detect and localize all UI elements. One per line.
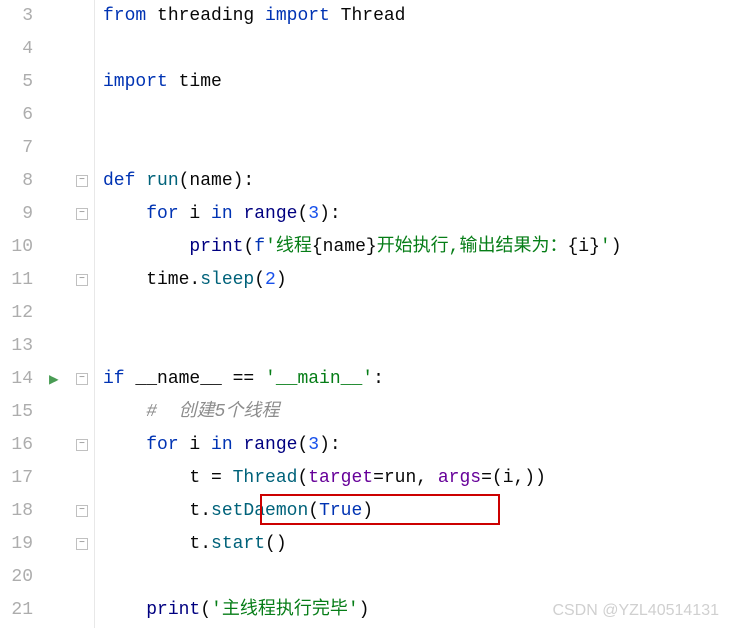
- run-marker-column: ▶: [45, 0, 73, 628]
- line-number: 13: [0, 330, 33, 363]
- code-line[interactable]: import time: [103, 66, 729, 99]
- line-number: 7: [0, 132, 33, 165]
- code-line[interactable]: t = Thread(target=run, args=(i,)): [103, 462, 729, 495]
- line-number: 17: [0, 462, 33, 495]
- code-editor[interactable]: 3456789101112131415161718192021 ▶ −−−−−−…: [0, 0, 729, 628]
- line-number: 11: [0, 264, 33, 297]
- code-line[interactable]: if __name__ == '__main__':: [103, 363, 729, 396]
- code-line[interactable]: print(f'线程{name}开始执行,输出结果为：{i}'): [103, 231, 729, 264]
- code-line[interactable]: time.sleep(2): [103, 264, 729, 297]
- line-number: 8: [0, 165, 33, 198]
- line-number: 4: [0, 33, 33, 66]
- line-number: 10: [0, 231, 33, 264]
- line-number: 9: [0, 198, 33, 231]
- code-line[interactable]: for i in range(3):: [103, 429, 729, 462]
- code-line[interactable]: from threading import Thread: [103, 0, 729, 33]
- line-number: 18: [0, 495, 33, 528]
- code-line[interactable]: [103, 99, 729, 132]
- line-number: 6: [0, 99, 33, 132]
- fold-column: − − − − − − −: [73, 0, 95, 628]
- code-line[interactable]: print('主线程执行完毕'): [103, 594, 729, 627]
- line-number-gutter: 3456789101112131415161718192021: [0, 0, 45, 628]
- line-number: 12: [0, 297, 33, 330]
- code-line[interactable]: [103, 33, 729, 66]
- code-line[interactable]: [103, 330, 729, 363]
- fold-icon[interactable]: −: [76, 175, 88, 187]
- fold-icon[interactable]: −: [76, 274, 88, 286]
- line-number: 3: [0, 0, 33, 33]
- fold-icon[interactable]: −: [76, 505, 88, 517]
- line-number: 15: [0, 396, 33, 429]
- code-line[interactable]: for i in range(3):: [103, 198, 729, 231]
- fold-icon[interactable]: −: [76, 373, 88, 385]
- line-number: 19: [0, 528, 33, 561]
- code-line[interactable]: [103, 132, 729, 165]
- code-line[interactable]: [103, 297, 729, 330]
- fold-icon[interactable]: −: [76, 208, 88, 220]
- line-number: 20: [0, 561, 33, 594]
- code-line[interactable]: [103, 561, 729, 594]
- code-line[interactable]: t.start(): [103, 528, 729, 561]
- code-line[interactable]: t.setDaemon(True): [103, 495, 729, 528]
- run-icon[interactable]: ▶: [49, 369, 59, 389]
- code-area[interactable]: from threading import Thread import time d…: [95, 0, 729, 628]
- line-number: 5: [0, 66, 33, 99]
- line-number: 16: [0, 429, 33, 462]
- fold-icon[interactable]: −: [76, 439, 88, 451]
- line-number: 21: [0, 594, 33, 627]
- line-number: 14: [0, 363, 33, 396]
- code-line[interactable]: def run(name):: [103, 165, 729, 198]
- fold-icon[interactable]: −: [76, 538, 88, 550]
- code-line[interactable]: # 创建5个线程: [103, 396, 729, 429]
